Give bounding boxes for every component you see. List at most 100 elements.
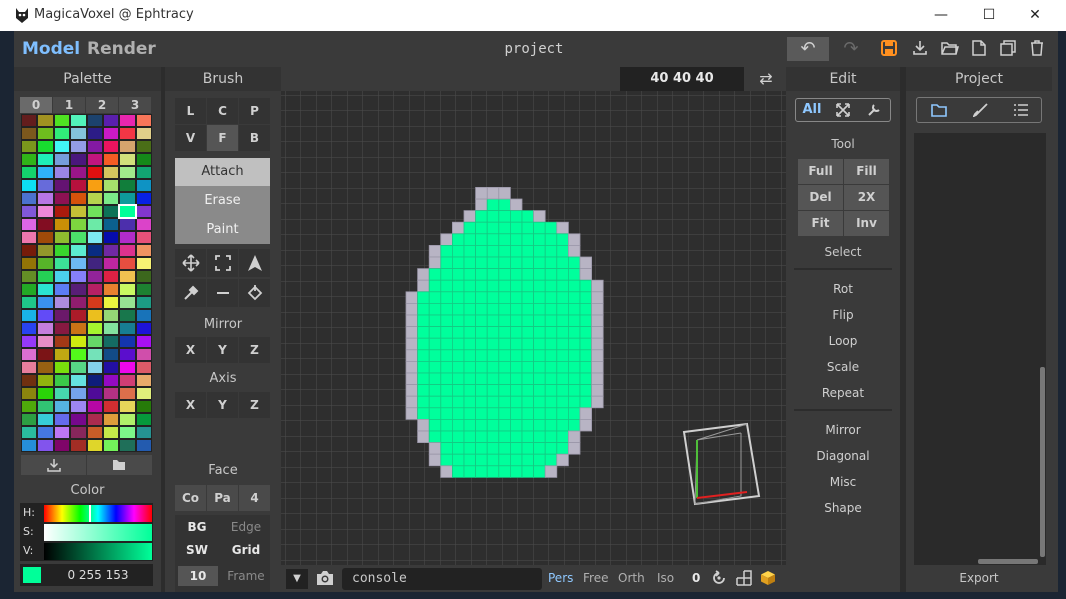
- copy-icon[interactable]: [1000, 40, 1016, 56]
- palette-swatch[interactable]: [71, 180, 86, 191]
- palette-swatch[interactable]: [22, 193, 37, 204]
- palette-swatch[interactable]: [136, 180, 151, 191]
- palette-swatch[interactable]: [136, 297, 151, 308]
- palette-swatch[interactable]: [87, 154, 102, 165]
- palette-swatch[interactable]: [38, 193, 53, 204]
- tool-del-button[interactable]: Del: [798, 185, 843, 210]
- palette-swatch[interactable]: [136, 193, 151, 204]
- palette-swatch[interactable]: [120, 310, 135, 321]
- palette-swatch[interactable]: [136, 128, 151, 139]
- palette-swatch[interactable]: [87, 271, 102, 282]
- edit-scale[interactable]: Scale: [795, 354, 891, 380]
- picker-tool-button[interactable]: [175, 279, 206, 307]
- palette-swatch[interactable]: [120, 388, 135, 399]
- palette-swatch[interactable]: [22, 219, 37, 230]
- palette-swatch[interactable]: [87, 232, 102, 243]
- palette-swatch[interactable]: [136, 401, 151, 412]
- edit-repeat[interactable]: Repeat: [795, 380, 891, 406]
- palette-swatch[interactable]: [87, 141, 102, 152]
- palette-swatch[interactable]: [54, 336, 70, 347]
- palette-swatch[interactable]: [54, 219, 70, 230]
- palette-swatch[interactable]: [103, 362, 119, 373]
- edit-flip[interactable]: Flip: [795, 302, 891, 328]
- palette-swatch[interactable]: [120, 401, 135, 412]
- palette-swatch[interactable]: [136, 440, 151, 451]
- palette-swatch[interactable]: [103, 193, 119, 204]
- pointer-tool-button[interactable]: [239, 249, 270, 277]
- palette-swatch[interactable]: [136, 258, 151, 269]
- palette-swatch[interactable]: [38, 427, 53, 438]
- palette-swatch[interactable]: [71, 154, 86, 165]
- palette-swatch[interactable]: [103, 219, 119, 230]
- palette-swatch[interactable]: [54, 193, 70, 204]
- palette-swatch[interactable]: [120, 362, 135, 373]
- tool-fit-button[interactable]: Fit: [798, 211, 843, 236]
- palette-swatch[interactable]: [38, 349, 53, 360]
- palette-swatch[interactable]: [71, 388, 86, 399]
- palette-swatch[interactable]: [38, 323, 53, 334]
- palette-swatch[interactable]: [54, 362, 70, 373]
- mirror-z-button[interactable]: Z: [239, 337, 270, 363]
- palette-swatch[interactable]: [54, 258, 70, 269]
- palette-swatch[interactable]: [22, 258, 37, 269]
- palette-swatch[interactable]: [22, 297, 37, 308]
- move-tool-button[interactable]: [175, 249, 206, 277]
- tool-full-button[interactable]: Full: [798, 159, 843, 184]
- tool-fill-button[interactable]: Fill: [844, 159, 889, 184]
- axis-y-button[interactable]: Y: [207, 392, 238, 418]
- brush-mode-f[interactable]: F: [207, 125, 238, 151]
- frame-value-field[interactable]: 10: [178, 566, 218, 586]
- palette-swatch[interactable]: [38, 284, 53, 295]
- paint-button[interactable]: Paint: [175, 216, 270, 244]
- palette-swatch[interactable]: [38, 388, 53, 399]
- palette-swatch[interactable]: [38, 115, 53, 126]
- palette-swatch[interactable]: [22, 180, 37, 191]
- palette-swatch[interactable]: [120, 167, 135, 178]
- value-slider[interactable]: [44, 543, 152, 560]
- palette-swatch[interactable]: [136, 271, 151, 282]
- 3d-viewport[interactable]: [281, 91, 786, 565]
- minimize-button[interactable]: —: [918, 0, 964, 31]
- palette-swatch[interactable]: [38, 401, 53, 412]
- palette-swatch[interactable]: [136, 375, 151, 386]
- edit-loop[interactable]: Loop: [795, 328, 891, 354]
- palette-swatch[interactable]: [120, 375, 135, 386]
- palette-swatch[interactable]: [120, 414, 135, 425]
- palette-swatch[interactable]: [87, 375, 102, 386]
- palette-swatch[interactable]: [103, 258, 119, 269]
- palette-swatch[interactable]: [71, 323, 86, 334]
- palette-swatch[interactable]: [87, 310, 102, 321]
- tool-2x-button[interactable]: 2X: [844, 185, 889, 210]
- palette-swatch[interactable]: [103, 128, 119, 139]
- swap-icon[interactable]: ⇄: [751, 67, 781, 91]
- palette-swatch[interactable]: [87, 388, 102, 399]
- palette-swatch[interactable]: [71, 362, 86, 373]
- palette-swatch[interactable]: [22, 427, 37, 438]
- palette-swatch[interactable]: [71, 401, 86, 412]
- palette-swatch[interactable]: [22, 154, 37, 165]
- palette-swatch[interactable]: [54, 128, 70, 139]
- palette-swatch[interactable]: [120, 297, 135, 308]
- palette-swatch[interactable]: [54, 154, 70, 165]
- project-file-list[interactable]: [914, 133, 1046, 565]
- edge-toggle[interactable]: Edge: [223, 520, 269, 534]
- palette-swatch[interactable]: [22, 440, 37, 451]
- palette-swatch[interactable]: [71, 258, 86, 269]
- palette-swatch[interactable]: [38, 440, 53, 451]
- palette-swatch[interactable]: [71, 115, 86, 126]
- expand-icon[interactable]: [836, 103, 850, 117]
- palette-swatch[interactable]: [71, 271, 86, 282]
- palette-page-0[interactable]: 0: [20, 97, 52, 113]
- layout-icon[interactable]: [736, 570, 752, 586]
- palette-swatch[interactable]: [136, 115, 151, 126]
- palette-swatch[interactable]: [87, 167, 102, 178]
- palette-swatch[interactable]: [38, 297, 53, 308]
- console-toggle[interactable]: ▼: [286, 569, 308, 589]
- palette-page-2[interactable]: 2: [86, 97, 118, 113]
- edit-rot[interactable]: Rot: [795, 276, 891, 302]
- palette-swatch[interactable]: [103, 336, 119, 347]
- palette-swatch[interactable]: [71, 232, 86, 243]
- tab-model[interactable]: Model: [22, 39, 80, 59]
- palette-swatch[interactable]: [87, 284, 102, 295]
- palette-swatch[interactable]: [118, 204, 137, 219]
